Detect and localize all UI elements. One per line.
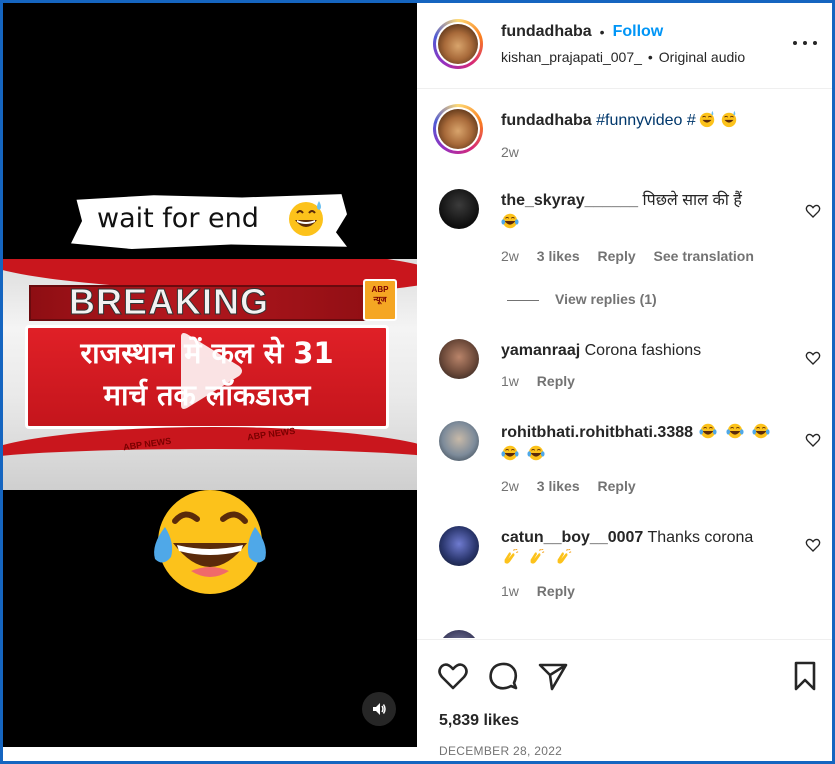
like-comment-heart-icon[interactable]	[805, 350, 821, 366]
separator-dot: •	[599, 24, 605, 40]
clapping-hands-emoji-icon	[531, 549, 545, 564]
tears-of-joy-emoji-icon	[501, 445, 519, 461]
replies-divider	[507, 299, 539, 301]
post-caption: fundadhaba #funnyvideo #	[501, 110, 791, 132]
share-send-icon[interactable]	[537, 660, 569, 692]
tears-of-joy-emoji-icon	[501, 213, 519, 229]
tears-of-joy-emoji-icon	[726, 423, 744, 439]
breaking-text: BREAKING	[68, 281, 270, 323]
overlay-caption: wait for end	[97, 203, 259, 234]
grinning-sweat-emoji-icon	[289, 201, 323, 236]
audio-label[interactable]: Original audio	[659, 49, 745, 65]
comment-username[interactable]: yamanraaj	[501, 342, 580, 359]
tears-of-joy-emoji-icon	[752, 423, 770, 439]
comment-time: 2w	[501, 248, 519, 264]
view-replies-label[interactable]: View replies (1)	[555, 291, 657, 307]
post-sidebar: fundadhaba • Follow kishan_prajapati_007…	[417, 3, 832, 761]
comment-avatar[interactable]	[439, 339, 479, 379]
comment-3-meta: 2w 3 likes Reply	[501, 478, 650, 494]
header-title-row: fundadhaba • Follow	[501, 23, 663, 41]
comment-text: Thanks corona	[647, 529, 754, 546]
comment-time: 2w	[501, 478, 519, 494]
comment-2: yamanraaj Corona fashions	[501, 340, 791, 362]
like-heart-icon[interactable]	[437, 660, 469, 692]
reply-button[interactable]: Reply	[537, 373, 575, 389]
like-comment-heart-icon[interactable]	[805, 203, 821, 219]
see-translation-button[interactable]: See translation	[654, 248, 754, 264]
post-dialog: wait for end BREAKING ABP न्यूज राजस्थान…	[3, 3, 832, 761]
audio-user[interactable]: kishan_prajapati_007_	[501, 49, 642, 65]
comment-text: Corona fashions	[584, 342, 702, 359]
play-icon[interactable]	[173, 331, 245, 411]
save-bookmark-icon[interactable]	[789, 660, 821, 692]
comment-4-meta: 1w Reply	[501, 583, 589, 599]
separator-dot: •	[647, 49, 653, 65]
comment-time: 1w	[501, 373, 519, 389]
comment-likes[interactable]: 3 likes	[537, 478, 580, 494]
comment-avatar[interactable]	[439, 630, 479, 638]
comment-1: the_skyray______ पिछले साल की हैं	[501, 190, 791, 234]
caption-username[interactable]: fundadhaba	[501, 112, 592, 129]
news-swoosh-bottom	[3, 427, 417, 490]
speaker-icon	[373, 703, 386, 715]
reply-button[interactable]: Reply	[537, 583, 575, 599]
comment-bubble-icon[interactable]	[487, 660, 519, 692]
caption-hashtags[interactable]: #funnyvideo #	[596, 112, 696, 129]
audio-row: kishan_prajapati_007_ • Original audio	[501, 49, 745, 65]
comment-text: पिछले साल की हैं	[642, 192, 742, 209]
clapping-hands-emoji-icon	[557, 549, 572, 564]
like-comment-heart-icon[interactable]	[805, 537, 821, 553]
view-replies-button[interactable]: View replies (1)	[507, 291, 657, 307]
comment-avatar[interactable]	[439, 189, 479, 229]
caption-meta: 2w	[501, 144, 533, 160]
sweat-smile-emoji-icon	[721, 110, 736, 128]
likes-count[interactable]: 5,839 likes	[439, 712, 519, 730]
tears-of-joy-emoji-icon	[527, 445, 546, 461]
sweat-smile-emoji-icon	[699, 110, 714, 128]
follow-button[interactable]: Follow	[613, 23, 664, 41]
post-header: fundadhaba • Follow kishan_prajapati_007…	[417, 3, 832, 89]
tears-of-joy-emoji-icon	[699, 423, 718, 439]
comment-3: rohitbhati.rohitbhati.3388	[501, 422, 791, 466]
comment-avatar[interactable]	[439, 421, 479, 461]
clapping-hands-emoji-icon	[504, 549, 519, 564]
post-footer: 5,839 likes DECEMBER 28, 2022	[417, 639, 832, 761]
like-comment-heart-icon[interactable]	[805, 432, 821, 448]
more-options-icon[interactable]	[793, 35, 817, 51]
video-player[interactable]: wait for end BREAKING ABP न्यूज राजस्थान…	[3, 3, 417, 747]
comment-1-meta: 2w 3 likes Reply See translation	[501, 248, 768, 264]
comment-username[interactable]: rohitbhati.rohitbhati.3388	[501, 424, 693, 441]
channel-logo-text: ABP न्यूज	[371, 285, 389, 304]
post-date: DECEMBER 28, 2022	[439, 744, 563, 758]
comment-username[interactable]: the_skyray______	[501, 192, 638, 209]
comments-list: fundadhaba #funnyvideo # 2w the_skyray__…	[417, 90, 832, 638]
volume-button[interactable]	[362, 692, 396, 726]
comment-likes[interactable]: 3 likes	[537, 248, 580, 264]
comment-username[interactable]: catun__boy__0007	[501, 529, 643, 546]
caption-time: 2w	[501, 144, 519, 160]
comment-avatar[interactable]	[439, 526, 479, 566]
author-avatar[interactable]	[433, 19, 483, 69]
reply-button[interactable]: Reply	[598, 478, 636, 494]
comment-time: 1w	[501, 583, 519, 599]
caption-avatar[interactable]	[433, 104, 483, 154]
comment-4: catun__boy__0007 Thanks corona	[501, 527, 791, 571]
author-username[interactable]: fundadhaba	[501, 23, 592, 41]
comment-2-meta: 1w Reply	[501, 373, 589, 389]
reply-button[interactable]: Reply	[598, 248, 636, 264]
tears-of-joy-emoji-icon	[154, 490, 266, 594]
